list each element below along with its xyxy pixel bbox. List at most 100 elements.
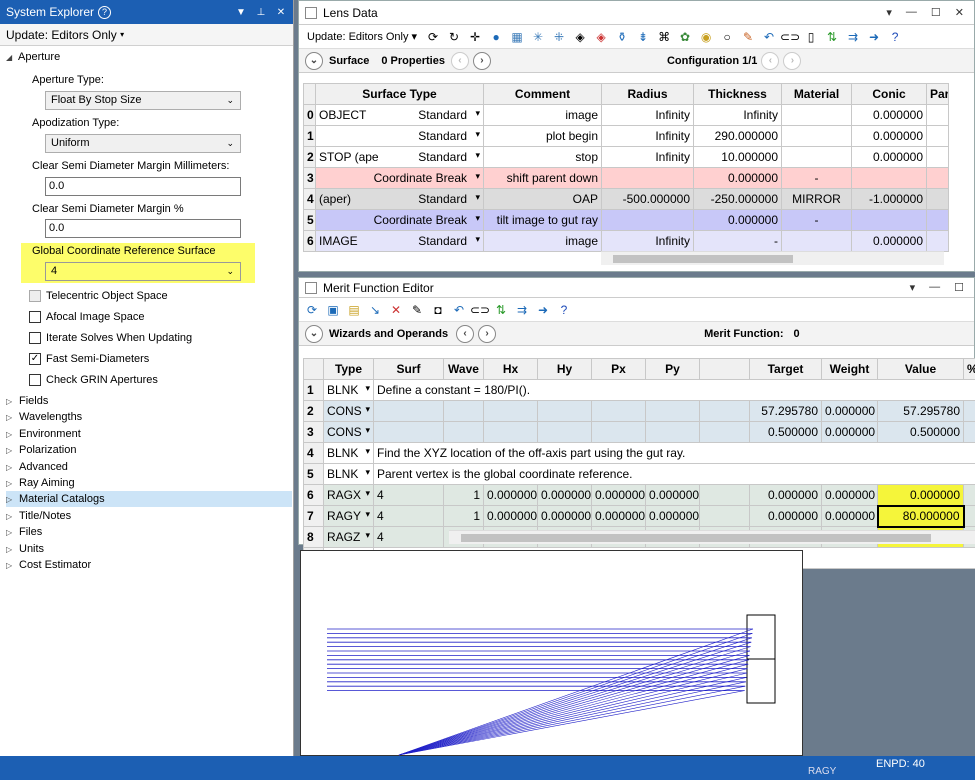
bottle-icon[interactable]: ⚱ — [613, 28, 631, 46]
dropdown-icon[interactable]: ▾ — [365, 488, 370, 499]
table-row[interactable]: 4 BLNK ▾ Find the XYZ location of the off-a… — [303, 442, 975, 464]
wand-icon[interactable]: ✎ — [408, 301, 426, 319]
insert-icon[interactable]: ↘ — [366, 301, 384, 319]
next-icon[interactable]: › — [472, 51, 491, 70]
section-environment[interactable]: ▷ Environment — [6, 426, 292, 442]
dropdown-icon[interactable]: ▾ — [886, 6, 892, 19]
table-cell[interactable]: -500.000000 — [601, 188, 694, 210]
value-cell[interactable]: 0.000000 — [877, 484, 964, 506]
table-row[interactable]: 2 STOP (ape Standard ▾ stop Infinity 10.000000… — [303, 146, 949, 168]
table-row[interactable]: 6 RAGX ▾ 4 1 0.000000 0.000000 0.000000 0.000000… — [303, 484, 975, 506]
column-header[interactable]: Type — [323, 358, 374, 380]
table-cell[interactable] — [851, 167, 927, 189]
table-row[interactable]: 5 Coordinate Break ▾ tilt image to gut ray 0… — [303, 209, 949, 231]
arrow-right-icon[interactable]: ➜ — [865, 28, 883, 46]
table-row[interactable]: 4 (aper) Standard ▾ OAP -500.000000 -250.00000… — [303, 188, 949, 210]
table-cell[interactable]: 0.000000 — [483, 505, 538, 527]
surface-type[interactable]: Standard — [418, 192, 467, 206]
minimize-icon[interactable]: — — [929, 281, 940, 294]
help-icon[interactable]: ? — [98, 5, 112, 19]
weight-cell[interactable]: 0.000000 — [821, 400, 878, 422]
column-header[interactable]: Thickness — [693, 83, 782, 105]
pen-icon[interactable]: ✎ — [739, 28, 757, 46]
operand-type[interactable]: BLNK ▾ — [323, 379, 374, 401]
dropdown-icon[interactable]: ▾ — [475, 150, 480, 161]
table-cell[interactable] — [699, 484, 750, 506]
save-icon[interactable]: ▣ — [324, 301, 342, 319]
refresh-all-icon[interactable]: ↻ — [445, 28, 463, 46]
dropdown-icon[interactable]: ▾ — [475, 171, 480, 182]
column-header[interactable]: Surf — [373, 358, 444, 380]
surface-type[interactable]: Coordinate Break — [374, 171, 467, 185]
table-cell[interactable]: 0.000000 — [851, 146, 927, 168]
column-header[interactable]: Comment — [483, 83, 602, 105]
undo-icon[interactable]: ↶ — [760, 28, 778, 46]
ray-icon[interactable]: ✳ — [529, 28, 547, 46]
table-cell[interactable] — [601, 167, 694, 189]
column-header[interactable]: Surface Type — [315, 83, 484, 105]
section-ray-aiming[interactable]: ▷ Ray Aiming — [6, 475, 292, 491]
table-cell[interactable]: STOP (ape Standard ▾ — [315, 146, 484, 168]
operand-type[interactable]: BLNK ▾ — [323, 442, 374, 464]
table-cell[interactable]: 0.000000 — [591, 484, 646, 506]
dropdown-icon[interactable]: ▾ — [910, 281, 916, 294]
table-cell[interactable]: OBJECT Standard ▾ — [315, 104, 484, 126]
column-header[interactable]: Hx — [483, 358, 538, 380]
table-cell[interactable] — [926, 125, 949, 147]
table-cell[interactable]: 0.000000 — [693, 209, 782, 231]
table-cell[interactable]: 10.000000 — [693, 146, 782, 168]
table-row[interactable]: 5 BLNK ▾ Parent vertex is the global coordi… — [303, 463, 975, 485]
operand-type[interactable]: RAGX ▾ — [323, 484, 374, 506]
dropdown-icon[interactable]: ▾ — [475, 192, 480, 203]
weight-cell[interactable]: 0.000000 — [821, 484, 878, 506]
grin-checkbox[interactable]: Check GRIN Apertures — [29, 374, 158, 386]
table-cell[interactable]: 0.000000 — [537, 505, 592, 527]
table-cell[interactable]: stop — [483, 146, 602, 168]
table-cell[interactable] — [781, 230, 852, 252]
layout-icon[interactable]: ▦ — [508, 28, 526, 46]
ray-trace-icon[interactable]: ⁜ — [550, 28, 568, 46]
table-cell[interactable] — [926, 104, 949, 126]
table-cell[interactable] — [373, 421, 444, 443]
operand-type[interactable]: CONS ▾ — [323, 421, 374, 443]
table-row[interactable]: 0 OBJECT Standard ▾ image Infinity Infinity 0.0… — [303, 104, 949, 126]
section-material-catalogs[interactable]: ▷ Material Catalogs — [6, 491, 292, 507]
dropdown-icon[interactable]: ▾ — [365, 530, 370, 541]
scrollbar-thumb[interactable] — [613, 255, 793, 263]
table-row[interactable]: 6 IMAGE Standard ▾ image Infinity - 0.000000 — [303, 230, 949, 252]
table-cell[interactable] — [645, 421, 700, 443]
table-cell[interactable]: Coordinate Break ▾ — [315, 209, 484, 231]
comment-cell[interactable]: Define a constant = 180/PI(). — [373, 379, 975, 401]
table-cell[interactable]: Infinity — [601, 125, 694, 147]
value-cell[interactable]: 80.000000 — [876, 504, 965, 528]
table-cell[interactable] — [537, 421, 592, 443]
horizontal-scrollbar[interactable] — [449, 530, 975, 544]
surface-type[interactable]: Standard — [418, 108, 467, 122]
column-header[interactable]: Radius — [601, 83, 694, 105]
toggle-icon[interactable]: ⊂⊃ — [470, 301, 490, 319]
pin-icon[interactable]: ⊥ — [253, 4, 269, 20]
help-icon[interactable]: ? — [886, 28, 904, 46]
table-cell[interactable]: 4 — [373, 526, 444, 548]
dropdown-icon[interactable]: ▼ — [233, 4, 249, 20]
update-dropdown[interactable]: Update: Editors Only ▾ — [303, 30, 421, 43]
arrow-right-icon[interactable]: ➜ — [534, 301, 552, 319]
globe-icon[interactable]: ● — [487, 28, 505, 46]
table-cell[interactable]: Coordinate Break ▾ — [315, 167, 484, 189]
column-header[interactable] — [699, 358, 750, 380]
refresh-icon[interactable]: ⟳ — [303, 301, 321, 319]
column-header[interactable]: Weight — [821, 358, 878, 380]
table-cell[interactable] — [963, 505, 975, 527]
table-cell[interactable]: 290.000000 — [693, 125, 782, 147]
dropdown-icon[interactable]: ▾ — [475, 129, 480, 140]
table-cell[interactable]: tilt image to gut ray — [483, 209, 602, 231]
blank-page-icon[interactable]: ▯ — [802, 28, 820, 46]
toggle-icon[interactable]: ⊂⊃ — [780, 28, 800, 46]
operand-type[interactable]: RAGY ▾ — [323, 505, 374, 527]
table-cell[interactable]: 4 — [373, 505, 444, 527]
column-header[interactable]: Material — [781, 83, 852, 105]
swap-icon[interactable]: ⇅ — [823, 28, 841, 46]
target-cell[interactable]: 57.295780 — [749, 400, 822, 422]
prev-config-icon[interactable]: ‹ — [761, 51, 780, 70]
table-cell[interactable]: 1 — [443, 505, 484, 527]
